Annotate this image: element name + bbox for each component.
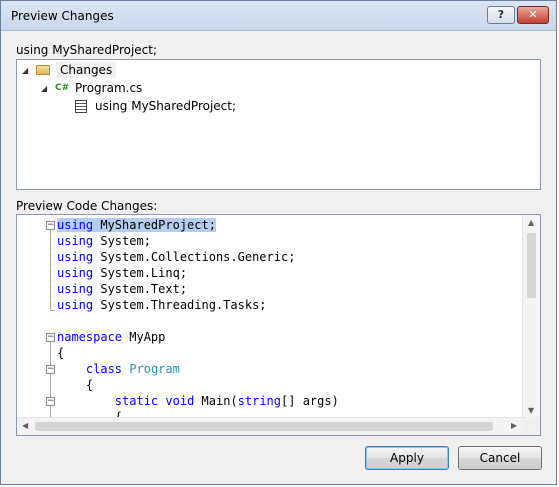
code-line: static void Main(string[] args) bbox=[114, 394, 339, 408]
close-button[interactable]: ✕ bbox=[517, 6, 549, 24]
code-line: namespace MyApp bbox=[57, 330, 166, 344]
dialog-title: Preview Changes bbox=[11, 9, 114, 23]
code-editor[interactable]: − − − − using MySharedProject; using Sys… bbox=[17, 215, 525, 419]
collapse-icon[interactable]: − bbox=[46, 221, 55, 230]
code-line: using System.Collections.Generic; bbox=[57, 250, 296, 264]
code-line: using System.Linq; bbox=[57, 266, 188, 280]
scroll-up-icon[interactable]: ▲ bbox=[528, 218, 534, 227]
code-preview[interactable]: − − − − using MySharedProject; using Sys… bbox=[16, 214, 541, 436]
scroll-left-icon[interactable]: ◀ bbox=[22, 421, 28, 430]
expand-triangle-icon[interactable]: ◢ bbox=[22, 66, 30, 75]
code-line: { bbox=[57, 378, 94, 392]
header-label: using MySharedProject; bbox=[16, 43, 158, 57]
code-line: using System.Threading.Tasks; bbox=[57, 298, 267, 312]
collapse-icon[interactable]: − bbox=[46, 333, 55, 342]
horizontal-scroll-thumb[interactable] bbox=[35, 422, 493, 431]
tree-item-program-cs[interactable]: ◢ C# Program.cs bbox=[41, 80, 142, 96]
help-button[interactable]: ? bbox=[487, 6, 515, 24]
changes-tree[interactable]: ◢ Changes ◢ C# Program.cs using MyShared… bbox=[16, 59, 541, 190]
code-line: class Program bbox=[85, 362, 180, 376]
tree-item-label: Program.cs bbox=[75, 81, 143, 95]
horizontal-scrollbar[interactable]: ◀ ▶ bbox=[17, 417, 525, 435]
collapse-icon[interactable]: − bbox=[46, 397, 55, 406]
code-line: using System; bbox=[57, 234, 151, 248]
scroll-corner bbox=[523, 418, 540, 435]
fold-guide-end bbox=[50, 310, 55, 311]
code-line: { bbox=[57, 346, 65, 360]
code-line: using MySharedProject; bbox=[57, 218, 216, 232]
csharp-file-icon: C# bbox=[55, 83, 70, 93]
expand-triangle-icon[interactable]: ◢ bbox=[41, 84, 49, 93]
preview-code-label: Preview Code Changes: bbox=[16, 199, 158, 213]
apply-button[interactable]: Apply bbox=[365, 446, 449, 470]
fold-guide bbox=[50, 342, 51, 419]
scroll-down-icon[interactable]: ▼ bbox=[528, 406, 534, 415]
tree-item-label: using MySharedProject; bbox=[95, 99, 237, 113]
vertical-scroll-thumb[interactable] bbox=[527, 233, 536, 298]
cancel-button[interactable]: Cancel bbox=[458, 446, 542, 470]
scroll-right-icon[interactable]: ▶ bbox=[511, 421, 517, 430]
tree-item-label: Changes bbox=[56, 62, 117, 78]
collapse-icon[interactable]: − bbox=[46, 365, 55, 374]
folder-icon bbox=[36, 65, 50, 75]
preview-changes-dialog: Preview Changes ? ✕ using MySharedProjec… bbox=[0, 0, 557, 485]
fold-guide bbox=[50, 230, 51, 310]
tree-item-changes[interactable]: ◢ Changes bbox=[22, 62, 117, 78]
title-bar[interactable]: Preview Changes ? ✕ bbox=[1, 1, 556, 31]
code-line: using System.Text; bbox=[57, 282, 188, 296]
using-directive-icon bbox=[75, 99, 87, 113]
tree-item-using-directive[interactable]: using MySharedProject; bbox=[75, 98, 236, 114]
vertical-scrollbar[interactable]: ▲ ▼ bbox=[522, 215, 540, 419]
